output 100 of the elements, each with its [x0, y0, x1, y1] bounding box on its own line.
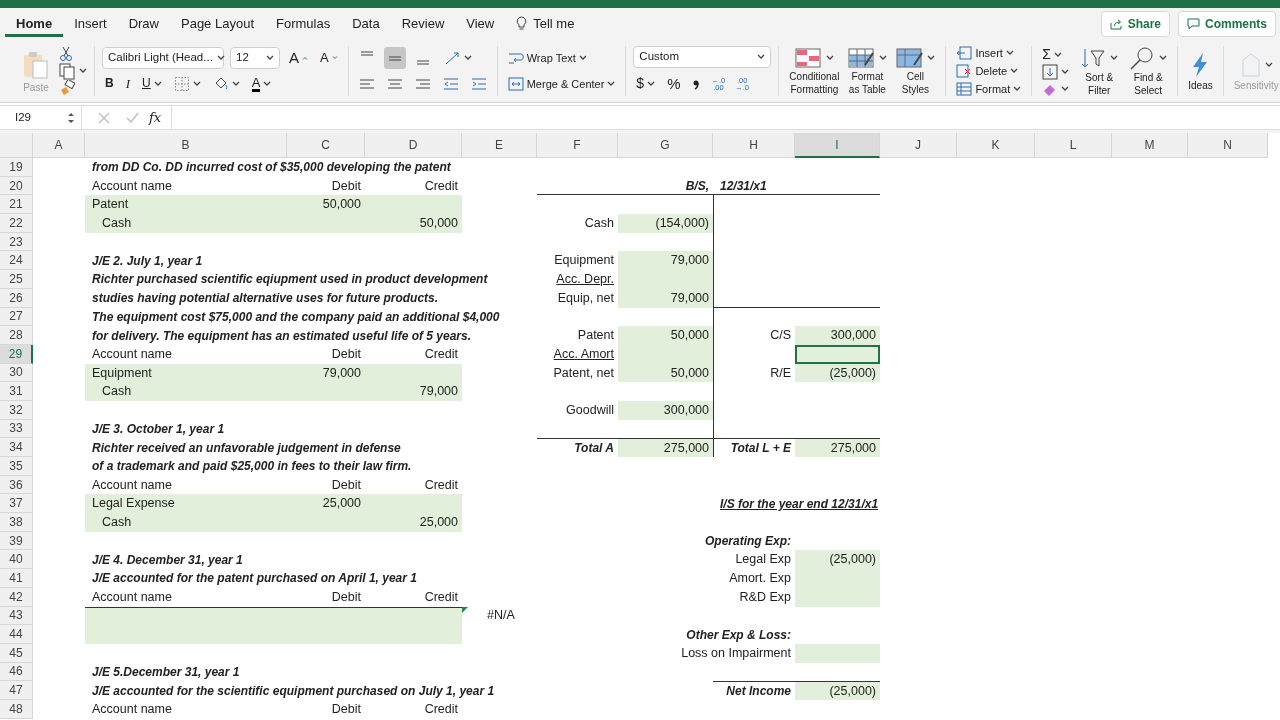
- styles-button[interactable]: Cell Styles: [892, 46, 939, 96]
- cell-text: of a trademark and paid $25,000 in fees to their law firm.: [92, 458, 412, 476]
- row-header[interactable]: 40: [0, 550, 33, 570]
- scissors-icon[interactable]: [59, 46, 73, 62]
- column-header[interactable]: J: [880, 133, 957, 158]
- shaded-cell[interactable]: 50,000: [618, 326, 713, 345]
- font-name-dropdown[interactable]: Calibri Light (Head...: [102, 47, 224, 69]
- ribbon-tab[interactable]: Review: [390, 10, 456, 38]
- row-header[interactable]: 37: [0, 494, 33, 514]
- ribbon-tab[interactable]: Page Layout: [170, 10, 265, 38]
- shaded-cell[interactable]: 275,000: [618, 438, 713, 457]
- italic-button[interactable]: I: [122, 75, 133, 93]
- row-header[interactable]: 47: [0, 681, 33, 700]
- row-header[interactable]: 25: [0, 270, 33, 289]
- column-header[interactable]: K: [957, 133, 1035, 158]
- conditional-styles-icon: [794, 47, 823, 69]
- ribbon-tab[interactable]: Insert: [63, 10, 118, 38]
- shaded-cell[interactable]: [795, 643, 880, 663]
- shaded-cell[interactable]: Patent: [85, 195, 287, 215]
- styles-button[interactable]: Conditional Formatting: [786, 46, 843, 96]
- comments-button[interactable]: Comments: [1178, 11, 1276, 37]
- ribbon-tab[interactable]: Home: [5, 10, 64, 38]
- column-header[interactable]: N: [1188, 133, 1268, 158]
- row-header[interactable]: 38: [0, 513, 33, 532]
- shaded-cell[interactable]: 50,000: [287, 195, 365, 215]
- copy-icon[interactable]: [59, 62, 75, 80]
- vertical-align-button[interactable]: [383, 47, 406, 69]
- column-header[interactable]: A: [33, 133, 85, 158]
- cell-text: Other Exp & Loss:: [686, 626, 791, 644]
- shaded-cell[interactable]: Legal Expense: [85, 494, 287, 514]
- shaded-cell[interactable]: Cash: [85, 382, 287, 401]
- shaded-cell[interactable]: (25,000): [795, 550, 880, 570]
- shaded-cell[interactable]: 300,000: [618, 400, 713, 420]
- ribbon-tab[interactable]: Draw: [117, 10, 170, 38]
- ribbon-tab[interactable]: View: [455, 10, 506, 38]
- format-painter-icon[interactable]: [59, 80, 75, 96]
- bordered-cell[interactable]: [713, 288, 795, 308]
- column-header[interactable]: D: [365, 133, 462, 158]
- shaded-cell[interactable]: Cash: [85, 513, 287, 532]
- column-header[interactable]: I: [795, 133, 880, 158]
- caret-icon: [1061, 86, 1070, 93]
- percent-button[interactable]: %: [664, 74, 684, 94]
- row-header[interactable]: 41: [0, 569, 33, 588]
- autosum-button[interactable]: Σ: [1039, 46, 1073, 64]
- insert-cells-button[interactable]: Insert: [953, 44, 1025, 62]
- format-cells-button[interactable]: Format: [953, 80, 1025, 98]
- row-header[interactable]: 24: [0, 251, 33, 271]
- shaded-cell[interactable]: 300,000: [795, 326, 880, 345]
- sort-filter-button[interactable]: Sort & Filter: [1077, 45, 1122, 97]
- column-header[interactable]: H: [713, 133, 795, 158]
- column-header[interactable]: G: [618, 133, 713, 158]
- column-header[interactable]: C: [287, 133, 365, 158]
- find-select-button[interactable]: Find & Select: [1126, 45, 1171, 97]
- column-header[interactable]: E: [462, 133, 537, 158]
- delete-cells-button[interactable]: Delete: [953, 62, 1025, 80]
- shaded-cell[interactable]: 79,000: [365, 382, 462, 401]
- row-header[interactable]: 19: [0, 158, 33, 177]
- row-header[interactable]: 28: [0, 326, 33, 345]
- row-header[interactable]: 44: [0, 625, 33, 644]
- shaded-cell[interactable]: Equipment: [85, 363, 287, 383]
- shaded-cell[interactable]: 79,000: [287, 363, 365, 383]
- cell-text: Credit: [424, 476, 458, 494]
- shaded-cell[interactable]: 50,000: [365, 214, 462, 233]
- shrink-font-button[interactable]: A: [317, 49, 341, 67]
- bold-button[interactable]: B: [102, 76, 117, 92]
- grow-font-button[interactable]: A: [286, 48, 311, 68]
- insert-function-button[interactable]: fx: [149, 107, 162, 128]
- ideas-button[interactable]: Ideas: [1185, 50, 1216, 92]
- shaded-cell[interactable]: 79,000: [618, 251, 713, 271]
- cell-text: Total A: [574, 440, 614, 458]
- column-header[interactable]: B: [85, 133, 287, 158]
- column-header[interactable]: M: [1112, 133, 1188, 158]
- font-size-dropdown[interactable]: 12: [230, 47, 280, 69]
- ribbon-tab[interactable]: Data: [341, 10, 391, 38]
- select-all-corner[interactable]: [0, 133, 33, 158]
- ribbon-tab[interactable]: Formulas: [265, 10, 342, 38]
- shaded-cell[interactable]: 25,000: [287, 494, 365, 514]
- row-header[interactable]: 22: [0, 214, 33, 233]
- row-header[interactable]: 34: [0, 438, 33, 457]
- shaded-cell[interactable]: 275,000: [795, 438, 880, 457]
- bordered-cell[interactable]: 12/31/x1: [713, 176, 795, 196]
- column-header[interactable]: F: [537, 133, 618, 158]
- share-button[interactable]: Share: [1100, 11, 1170, 37]
- currency-button[interactable]: $: [633, 75, 659, 93]
- row-header[interactable]: 35: [0, 457, 33, 476]
- merge-center-button[interactable]: Merge & Center: [504, 76, 619, 92]
- number-format-dropdown[interactable]: Custom: [633, 46, 772, 68]
- styles-button[interactable]: Format as Table: [844, 46, 891, 96]
- underline-button[interactable]: U: [139, 76, 165, 92]
- bordered-cell[interactable]: B/S,: [618, 176, 713, 196]
- ribbon-tab[interactable]: Tell me: [505, 10, 586, 38]
- row-header[interactable]: 31: [0, 382, 33, 401]
- wrap-text-button[interactable]: Wrap Text: [504, 50, 590, 66]
- column-header[interactable]: L: [1035, 133, 1112, 158]
- row-header[interactable]: 21: [0, 195, 33, 215]
- shaded-cell[interactable]: (154,000): [618, 214, 713, 233]
- shaded-cell[interactable]: (25,000): [795, 681, 880, 700]
- shaded-cell[interactable]: 25,000: [365, 513, 462, 532]
- shaded-cell[interactable]: Cash: [85, 214, 287, 233]
- font-color-button[interactable]: A: [248, 75, 275, 93]
